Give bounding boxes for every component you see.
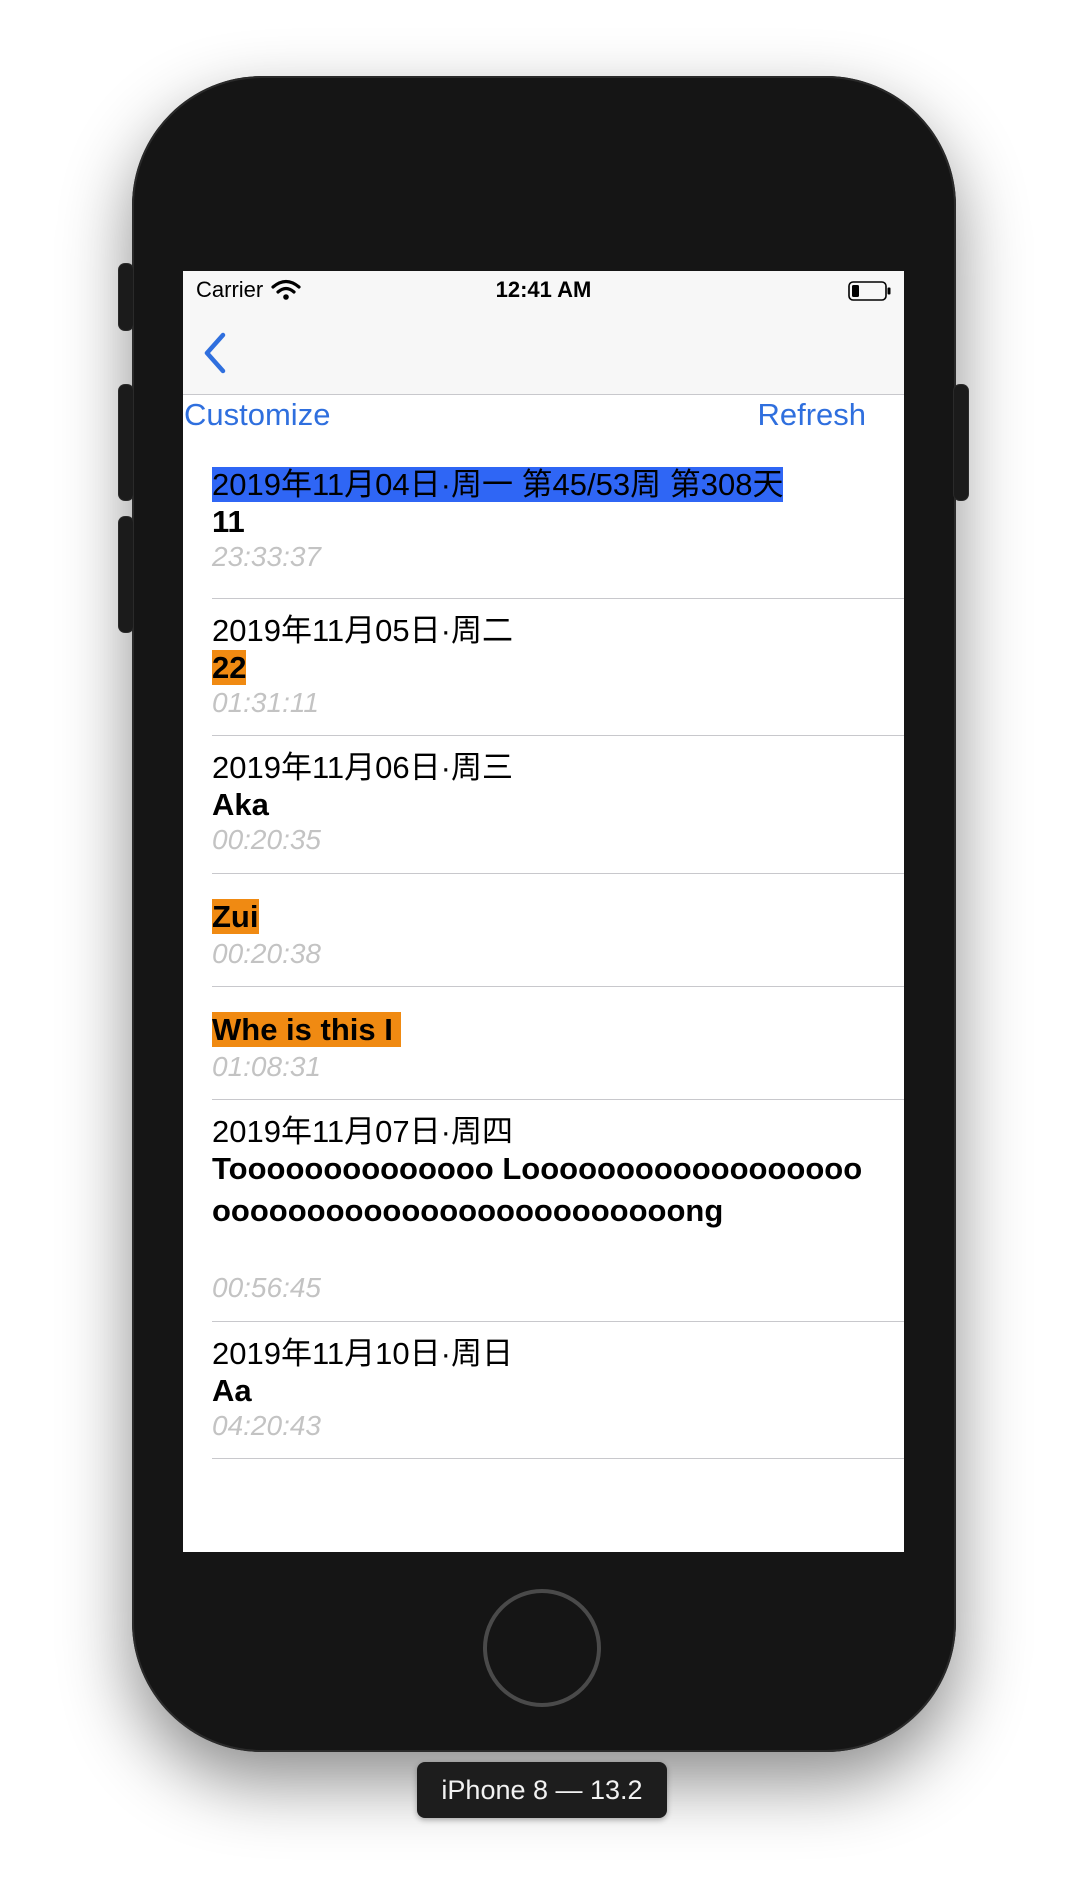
volume-down-button[interactable] bbox=[119, 517, 133, 632]
entry-title: Aa bbox=[212, 1373, 252, 1408]
list-item[interactable]: Zui 00:20:38 bbox=[212, 874, 904, 987]
entry-time: 00:56:45 bbox=[212, 1272, 321, 1303]
mute-switch[interactable] bbox=[119, 264, 133, 330]
entry-title-text: 22 bbox=[212, 650, 247, 685]
status-bar: Carrier 12:41 AM bbox=[183, 271, 904, 311]
list-item[interactable]: 2019年11月05日·周二 22 01:31:11 bbox=[212, 599, 904, 736]
entry-title: Aka bbox=[212, 787, 269, 822]
chevron-left-icon[interactable] bbox=[197, 329, 237, 377]
device-label: iPhone 8 — 13.2 bbox=[417, 1762, 667, 1818]
entry-title: Toooooooooooooo Looooooooooooooooooooooo… bbox=[212, 1151, 863, 1228]
entry-time: 01:31:11 bbox=[212, 687, 319, 718]
entry-date: 2019年11月04日·周一 第45/53周 第308天 bbox=[212, 465, 784, 505]
entry-time: 00:20:38 bbox=[212, 938, 321, 969]
list-item[interactable]: 2019年11月06日·周三 Aka 00:20:35 bbox=[212, 736, 904, 874]
entry-time: 04:20:43 bbox=[212, 1410, 321, 1441]
entry-date: 2019年11月06日·周三 bbox=[212, 750, 513, 785]
entry-date-text: 2019年11月04日·周一 第45/53周 第308天 bbox=[212, 467, 784, 502]
refresh-button[interactable]: Refresh bbox=[757, 395, 866, 435]
volume-up-button[interactable] bbox=[119, 385, 133, 500]
entry-date: 2019年11月10日·周日 bbox=[212, 1336, 513, 1371]
entry-time: 23:33:37 bbox=[212, 541, 321, 572]
entry-time: 00:20:35 bbox=[212, 824, 321, 855]
entry-title-text: Zui bbox=[212, 899, 259, 934]
entry-title: Whe is this I bbox=[212, 1009, 402, 1051]
entry-date: 2019年11月05日·周二 bbox=[212, 613, 513, 648]
list-item[interactable]: 2019年11月07日·周四 Toooooooooooooo Loooooooo… bbox=[212, 1100, 904, 1322]
entry-list: 2019年11月04日·周一 第45/53周 第308天 11 23:33:37… bbox=[183, 435, 904, 1459]
navigation-bar bbox=[183, 311, 904, 395]
list-item[interactable]: 2019年11月04日·周一 第45/53周 第308天 11 23:33:37 bbox=[212, 435, 904, 599]
customize-button[interactable]: Customize bbox=[184, 395, 330, 435]
entry-title: 22 bbox=[212, 647, 247, 689]
entry-time: 01:08:31 bbox=[212, 1051, 321, 1082]
entry-title: Zui bbox=[212, 896, 259, 938]
entry-title: 11 bbox=[212, 504, 245, 539]
battery-icon bbox=[848, 281, 891, 301]
entry-date: 2019年11月07日·周四 bbox=[212, 1114, 513, 1149]
entry-title-text: Whe is this I bbox=[212, 1012, 402, 1047]
list-item[interactable]: Whe is this I 01:08:31 bbox=[212, 987, 904, 1100]
home-button[interactable] bbox=[483, 1589, 601, 1707]
power-button[interactable] bbox=[954, 385, 968, 500]
status-time: 12:41 AM bbox=[495, 277, 592, 302]
list-item[interactable]: 2019年11月10日·周日 Aa 04:20:43 bbox=[212, 1322, 904, 1459]
screen: Carrier 12:41 AM Customize Refresh 2019年… bbox=[183, 271, 904, 1552]
